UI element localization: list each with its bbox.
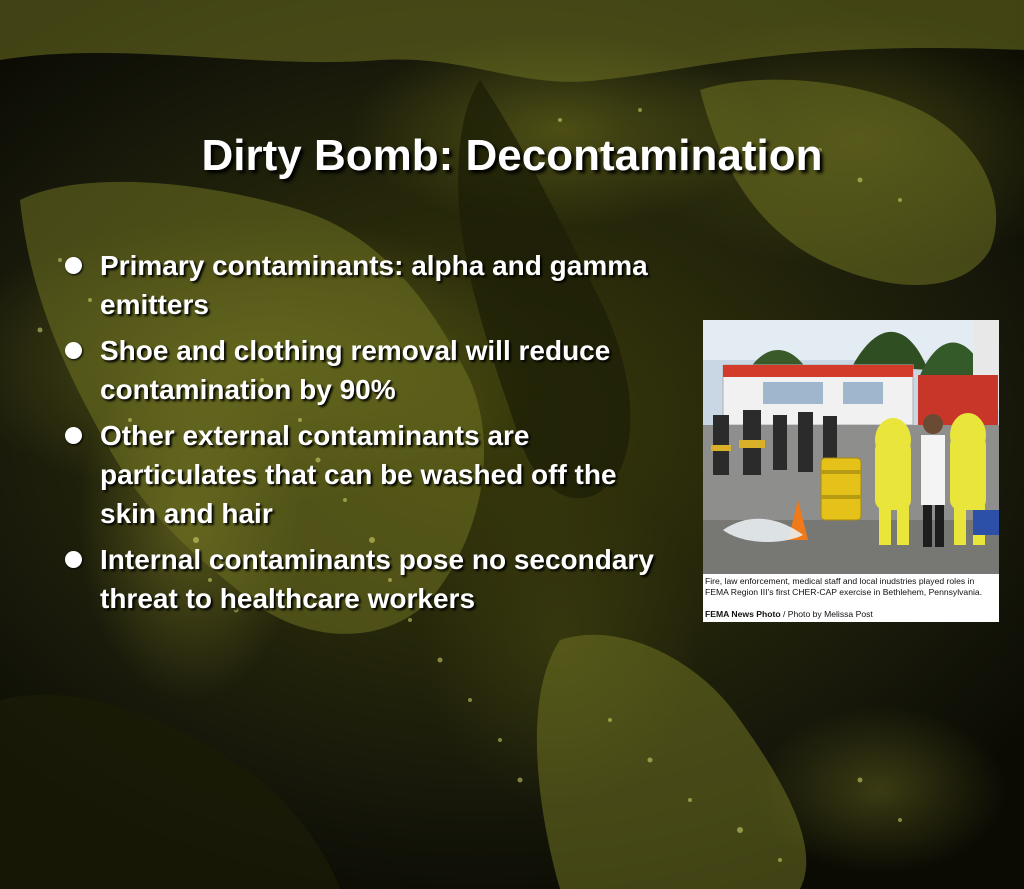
photo-credit-author: Photo by Melissa Post bbox=[787, 609, 873, 619]
bullet-icon bbox=[65, 257, 82, 274]
photo-credit-separator: / bbox=[780, 609, 788, 619]
bullet-item: Shoe and clothing removal will reduce co… bbox=[62, 331, 662, 409]
photo-credit: FEMA News Photo / Photo by Melissa Post bbox=[705, 609, 997, 620]
photo-caption: Fire, law enforcement, medical staff and… bbox=[705, 576, 983, 597]
bullet-item: Other external contaminants are particul… bbox=[62, 416, 662, 533]
bullet-text: Primary contaminants: alpha and gamma em… bbox=[100, 250, 648, 320]
bullet-list: Primary contaminants: alpha and gamma em… bbox=[62, 246, 662, 625]
bullet-text: Internal contaminants pose no secondary … bbox=[100, 544, 654, 614]
hazmat-exercise-photo bbox=[703, 320, 999, 574]
slide-title: Dirty Bomb: Decontamination bbox=[201, 131, 823, 180]
bullet-item: Internal contaminants pose no secondary … bbox=[62, 540, 662, 618]
bullet-icon bbox=[65, 342, 82, 359]
bullet-icon bbox=[65, 551, 82, 568]
bullet-item: Primary contaminants: alpha and gamma em… bbox=[62, 246, 662, 324]
bullet-icon bbox=[65, 427, 82, 444]
slide: Dirty Bomb: Decontamination Primary cont… bbox=[0, 0, 1024, 889]
bullet-text: Other external contaminants are particul… bbox=[100, 420, 617, 529]
photo-credit-source: FEMA News Photo bbox=[705, 609, 781, 619]
photo-figure: Fire, law enforcement, medical staff and… bbox=[703, 320, 999, 622]
bullet-text: Shoe and clothing removal will reduce co… bbox=[100, 335, 611, 405]
